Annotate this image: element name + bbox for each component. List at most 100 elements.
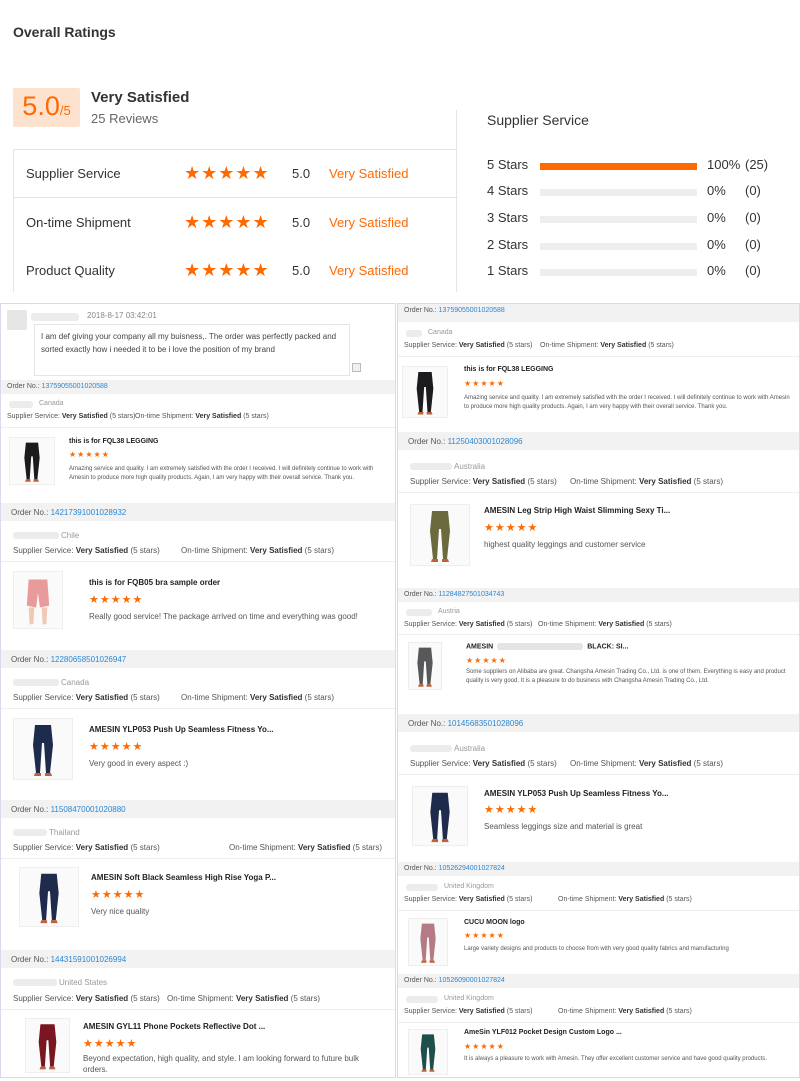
distribution-row: 3 Stars 0% (0) — [487, 210, 787, 228]
order-number-link[interactable]: 10526294001027824 — [439, 865, 505, 872]
star-rating-icon: ★★★★★ — [83, 1038, 138, 1050]
buyer-country: Canada — [61, 678, 90, 687]
count-value: (0) — [745, 210, 761, 225]
star-rating-icon: ★★★★★ — [91, 889, 146, 901]
review-comment: Some suppliers on Alibaba are great. Cha… — [466, 669, 786, 684]
buyer-country: Canada — [428, 329, 453, 336]
supplier-service-label: Supplier Service: — [7, 413, 60, 420]
avatar — [7, 310, 27, 330]
order-header: Order No.: 11250403001028096 — [398, 432, 799, 450]
order-number-label: Order No.: — [404, 591, 437, 598]
order-number-link[interactable]: 12280658501026947 — [51, 655, 127, 664]
order-number-link[interactable]: 14217391001028932 — [51, 508, 127, 517]
summary-divider — [456, 110, 457, 292]
product-title-link[interactable]: AMESIN YLP053 Push Up Seamless Fitness Y… — [89, 725, 274, 734]
rating-row-supplier-service: Supplier Service ★★★★★ 5.0 Very Satisfie… — [14, 150, 458, 198]
product-title-link[interactable]: this is for FQB05 bra sample order — [89, 578, 220, 587]
star-rating-icon: ★★★★★ — [89, 741, 144, 753]
buyer-country: Chile — [61, 531, 80, 540]
percent-value: 0% — [707, 237, 726, 252]
product-title-link[interactable]: this is for FQL38 LEGGING — [69, 438, 158, 445]
product-title-link[interactable]: AMESIN Soft Black Seamless High Rise Yog… — [91, 873, 276, 882]
divider — [1, 1009, 395, 1010]
supplier-service-value: Very Satisfied — [61, 413, 108, 420]
supplier-service-stars: (5 stars) — [506, 896, 533, 903]
order-number-label: Order No.: — [404, 307, 437, 314]
buyer-country: United States — [59, 978, 108, 987]
on-time-shipment-label: On-time Shipment: — [181, 546, 248, 555]
order-number-link[interactable]: 10145683501028096 — [448, 719, 524, 728]
review-panel-right[interactable]: Order No.: 13759055001020588 Canada Suppli… — [397, 303, 800, 1078]
star-level-label: 1 Stars — [487, 263, 529, 278]
review-card: Order No.: 14217391001028932 Chile Supplie… — [1, 503, 395, 653]
product-title-link[interactable]: AMESIN BLACK: SI... — [466, 643, 628, 650]
supplier-service-label: Supplier Service: — [404, 342, 457, 349]
product-title-link[interactable]: this is for FQL38 LEGGING — [464, 366, 553, 373]
order-number-link[interactable]: 11284827501034743 — [439, 591, 505, 598]
product-thumbnail[interactable] — [13, 571, 63, 629]
star-level-label: 4 Stars — [487, 183, 529, 198]
product-thumbnail[interactable] — [408, 1029, 448, 1075]
percent-value: 100% — [707, 157, 741, 172]
supplier-service-stars: (5 stars) — [527, 759, 557, 768]
star-level-label: 2 Stars — [487, 237, 529, 252]
supplier-service-label: Supplier Service: — [404, 621, 457, 628]
order-number-link[interactable]: 11508470001020880 — [51, 805, 126, 814]
on-time-shipment-rating: On-time Shipment: Very Satisfied (5 star… — [135, 413, 269, 420]
on-time-shipment-stars: (5 stars) — [290, 994, 320, 1003]
buyer-name-blurred — [406, 609, 432, 616]
review-panel-left[interactable]: 2018-8-17 03:42:01 I am def giving your … — [0, 303, 396, 1078]
top-review: 2018-8-17 03:42:01 I am def giving your … — [1, 304, 395, 380]
supplier-service-value: Very Satisfied — [458, 621, 505, 628]
on-time-shipment-rating: On-time Shipment: Very Satisfied (5 star… — [558, 896, 692, 903]
order-number-link[interactable]: 11250403001028096 — [448, 437, 523, 446]
on-time-shipment-value: Very Satisfied — [638, 759, 692, 768]
progress-bar — [540, 243, 697, 250]
product-thumbnail[interactable] — [410, 504, 470, 566]
on-time-shipment-value: Very Satisfied — [600, 342, 647, 349]
divider — [1, 561, 395, 562]
supplier-service-value: Very Satisfied — [472, 759, 526, 768]
supplier-service-rating: Supplier Service: Very Satisfied (5 star… — [404, 896, 532, 903]
product-thumbnail[interactable] — [412, 786, 468, 846]
product-thumbnail[interactable] — [408, 918, 448, 966]
checkbox-icon[interactable] — [352, 363, 361, 372]
supplier-service-stars: (5 stars) — [109, 413, 136, 420]
order-number-link[interactable]: 10526090001027824 — [439, 977, 505, 984]
supplier-service-stars: (5 stars) — [130, 994, 160, 1003]
product-title-prefix: AMESIN — [466, 643, 494, 651]
order-number-link[interactable]: 13759055001020588 — [439, 307, 505, 314]
order-number-label: Order No.: — [404, 865, 437, 872]
product-thumbnail[interactable] — [25, 1018, 70, 1073]
on-time-shipment-value: Very Satisfied — [249, 546, 303, 555]
review-comment: It is always a pleasure to work with Ame… — [464, 1056, 767, 1062]
order-number-link[interactable]: 13759055001020588 — [42, 383, 108, 390]
on-time-shipment-value: Very Satisfied — [297, 843, 351, 852]
review-text: I am def giving your company all my buis… — [34, 324, 350, 376]
review-comment: Very nice quality — [91, 907, 150, 916]
divider — [1, 858, 395, 859]
on-time-shipment-label: On-time Shipment: — [558, 896, 617, 903]
on-time-shipment-label: On-time Shipment: — [570, 477, 637, 486]
divider — [1, 427, 395, 428]
product-thumbnail[interactable] — [9, 437, 55, 485]
product-title-link[interactable]: AMESIN GYL11 Phone Pockets Reflective Do… — [83, 1022, 265, 1031]
review-card: Order No.: 11508470001020880 Thailand Supp… — [1, 800, 395, 950]
product-thumbnail[interactable] — [408, 642, 442, 690]
star-level-label: 5 Stars — [487, 157, 529, 172]
order-number-link[interactable]: 14431591001026994 — [51, 955, 127, 964]
product-title-link[interactable]: AmeSin YLF012 Pocket Design Custom Logo … — [464, 1029, 622, 1036]
product-title-link[interactable]: AMESIN YLP053 Push Up Seamless Fitness Y… — [484, 789, 669, 798]
supplier-service-rating: Supplier Service: Very Satisfied (5 star… — [404, 342, 532, 349]
star-rating-icon: ★★★★★ — [184, 211, 270, 232]
product-thumbnail[interactable] — [13, 718, 73, 780]
product-title-link[interactable]: CUCU MOON logo — [464, 919, 525, 926]
on-time-shipment-label: On-time Shipment: — [558, 1008, 617, 1015]
rating-label: Supplier Service — [26, 166, 121, 181]
rating-satisfaction: Very Satisfied — [329, 262, 409, 278]
on-time-shipment-label: On-time Shipment: — [229, 843, 296, 852]
supplier-service-rating: Supplier Service: Very Satisfied (5 star… — [13, 546, 160, 555]
product-title-link[interactable]: AMESIN Leg Strip High Waist Slimming Sex… — [484, 506, 670, 515]
product-thumbnail[interactable] — [19, 867, 79, 927]
product-thumbnail[interactable] — [402, 366, 448, 418]
